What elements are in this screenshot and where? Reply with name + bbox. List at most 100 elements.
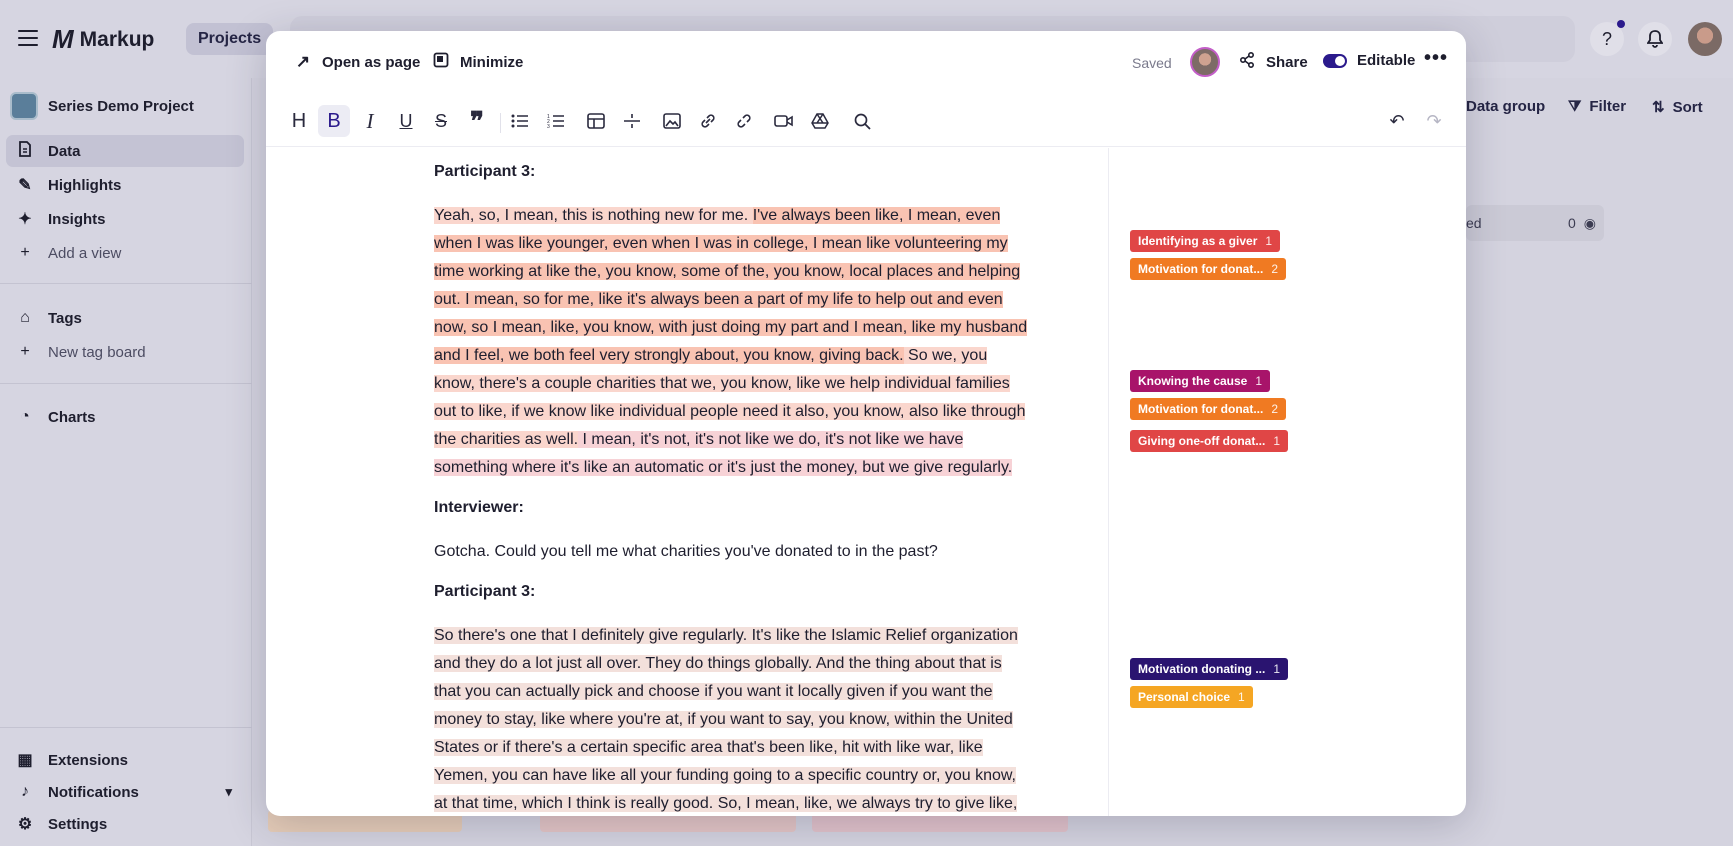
column-count: 0 <box>1567 215 1576 231</box>
tag-margin-divider <box>1108 148 1109 816</box>
sidebar-item-label: Notifications <box>48 783 139 801</box>
sidebar-item-label: Settings <box>48 815 108 833</box>
editor-toolbar: H B I U S ❞ 123 ↶ ↷ <box>266 95 1466 147</box>
highlight[interactable]: So there's one that I definitely give re… <box>434 627 1018 812</box>
chevron-down-icon: ▾ <box>225 784 232 799</box>
svg-text:3: 3 <box>547 124 550 129</box>
tag-count: 1 <box>1273 662 1281 676</box>
tag-label: Knowing the cause <box>1138 374 1248 388</box>
video-icon[interactable] <box>768 105 800 137</box>
bell-icon[interactable] <box>1638 22 1672 56</box>
tag-count: 2 <box>1271 262 1279 276</box>
transcript-paragraph[interactable]: Yeah, so, I mean, this is nothing new fo… <box>434 202 1032 482</box>
quote-icon[interactable]: ❞ <box>461 105 493 137</box>
tag-count: 1 <box>1255 374 1263 388</box>
document-modal: ↗ Open as page Minimize Saved Share Edit… <box>266 31 1466 816</box>
tag-count: 2 <box>1271 402 1279 416</box>
app-logo[interactable]: M Markup <box>52 24 154 55</box>
sidebar-item-data[interactable]: Data <box>6 135 244 167</box>
search-replace-icon[interactable] <box>846 105 878 137</box>
filter-icon: ⧩ <box>1568 98 1582 115</box>
collaborator-avatar[interactable] <box>1190 47 1220 77</box>
tag-label: Identifying as a giver <box>1138 234 1258 248</box>
sidebar-item-tags[interactable]: ⌂ Tags <box>6 302 244 334</box>
tag-chip[interactable]: Motivation for donat... 2 <box>1130 398 1287 420</box>
sparkle-icon: ✦ <box>18 211 32 228</box>
sidebar-divider <box>0 383 252 384</box>
projects-button[interactable]: Projects <box>186 23 274 55</box>
editable-label: Editable <box>1357 52 1416 69</box>
underline-icon[interactable]: U <box>390 105 422 137</box>
project-name: Series Demo Project <box>48 97 194 115</box>
sidebar-item-insights[interactable]: ✦ Insights <box>6 203 244 235</box>
add-view-button[interactable]: + Add a view <box>6 237 244 269</box>
tag-count: 1 <box>1265 234 1273 248</box>
sidebar-item-label: Charts <box>48 408 96 426</box>
transcript-paragraph[interactable]: So there's one that I definitely give re… <box>434 622 1032 816</box>
open-as-page-label: Open as page <box>322 53 421 71</box>
sidebar-item-settings[interactable]: ⚙ Settings <box>6 808 244 840</box>
pie-chart-icon: ◔ <box>20 408 30 425</box>
gear-icon: ⚙ <box>17 816 33 833</box>
more-options-icon[interactable]: ••• <box>1424 47 1448 70</box>
bullet-list-icon[interactable] <box>504 105 536 137</box>
minimize-label: Minimize <box>460 54 524 71</box>
help-notification-dot <box>1617 20 1625 28</box>
minimize-button[interactable]: Minimize <box>432 52 523 73</box>
document-content: Participant 3: Yeah, so, I mean, this is… <box>266 148 1466 816</box>
tag-chip[interactable]: Motivation for donat... 2 <box>1130 258 1287 280</box>
tag-chip[interactable]: Personal choice 1 <box>1130 686 1253 708</box>
tag-icon: ⌂ <box>20 309 30 326</box>
tag-chip[interactable]: Giving one-off donat... 1 <box>1130 430 1289 452</box>
open-as-page-button[interactable]: ↗ Open as page <box>294 52 421 72</box>
transcript[interactable]: Participant 3: Yeah, so, I mean, this is… <box>434 148 1032 816</box>
highlight[interactable]: I've always been like, I mean, even when… <box>434 207 1028 364</box>
tag-count: 1 <box>1238 690 1245 704</box>
sidebar-item-extensions[interactable]: ▦ Extensions <box>6 744 244 776</box>
unlink-icon[interactable] <box>728 105 760 137</box>
drive-icon[interactable] <box>804 105 836 137</box>
sidebar-item-highlights[interactable]: ✎ Highlights <box>6 169 244 201</box>
tag-label: Giving one-off donat... <box>1138 434 1266 448</box>
plus-icon: + <box>20 343 30 360</box>
project-icon <box>10 92 38 120</box>
sort-button[interactable]: ⇅ Sort <box>1652 98 1703 117</box>
user-avatar[interactable] <box>1688 22 1722 56</box>
toggle-switch[interactable] <box>1323 53 1347 68</box>
heading-icon[interactable]: H <box>283 105 315 137</box>
editable-toggle[interactable]: Editable <box>1323 52 1415 69</box>
eye-icon[interactable]: ◉ <box>1584 215 1596 232</box>
sidebar-item-label: Data <box>48 142 81 160</box>
speaker-label: Participant 3: <box>434 163 536 180</box>
tag-label: Motivation for donat... <box>1138 402 1264 416</box>
table-icon[interactable] <box>580 105 612 137</box>
undo-icon[interactable]: ↶ <box>1381 105 1413 137</box>
highlight[interactable]: Yeah, so, I mean, this is nothing new fo… <box>434 207 753 224</box>
sidebar-item-notifications[interactable]: ♪ Notifications ▾ <box>6 776 244 808</box>
sort-label: Sort <box>1672 98 1703 116</box>
bell-icon: ♪ <box>21 783 29 800</box>
menu-icon[interactable] <box>18 30 38 46</box>
divider-icon[interactable] <box>616 105 648 137</box>
redo-icon[interactable]: ↷ <box>1418 105 1450 137</box>
share-label: Share <box>1266 54 1308 71</box>
numbered-list-icon[interactable]: 123 <box>540 105 572 137</box>
data-group-button[interactable]: Data group <box>1466 98 1545 115</box>
tag-chip[interactable]: Identifying as a giver 1 <box>1130 230 1281 252</box>
filter-button[interactable]: ⧩ Filter <box>1568 98 1626 115</box>
sidebar-item-charts[interactable]: ◔ Charts <box>6 401 244 433</box>
background-column-header[interactable]: ed 0 ◉ <box>1466 205 1604 241</box>
bold-icon[interactable]: B <box>318 105 350 137</box>
transcript-paragraph[interactable]: Gotcha. Could you tell me what charities… <box>434 538 1032 566</box>
link-icon[interactable] <box>692 105 724 137</box>
share-button[interactable]: Share <box>1238 51 1308 73</box>
italic-icon[interactable]: I <box>354 105 386 137</box>
new-tag-board-button[interactable]: + New tag board <box>6 336 244 368</box>
strikethrough-icon[interactable]: S <box>425 105 457 137</box>
tag-chip[interactable]: Motivation donating ... 1 <box>1130 658 1289 680</box>
tag-chip[interactable]: Knowing the cause 1 <box>1130 370 1271 392</box>
extensions-icon: ▦ <box>17 752 33 769</box>
image-icon[interactable] <box>656 105 688 137</box>
tag-label: Personal choice <box>1138 690 1231 704</box>
project-switcher[interactable]: Series Demo Project <box>10 92 194 120</box>
